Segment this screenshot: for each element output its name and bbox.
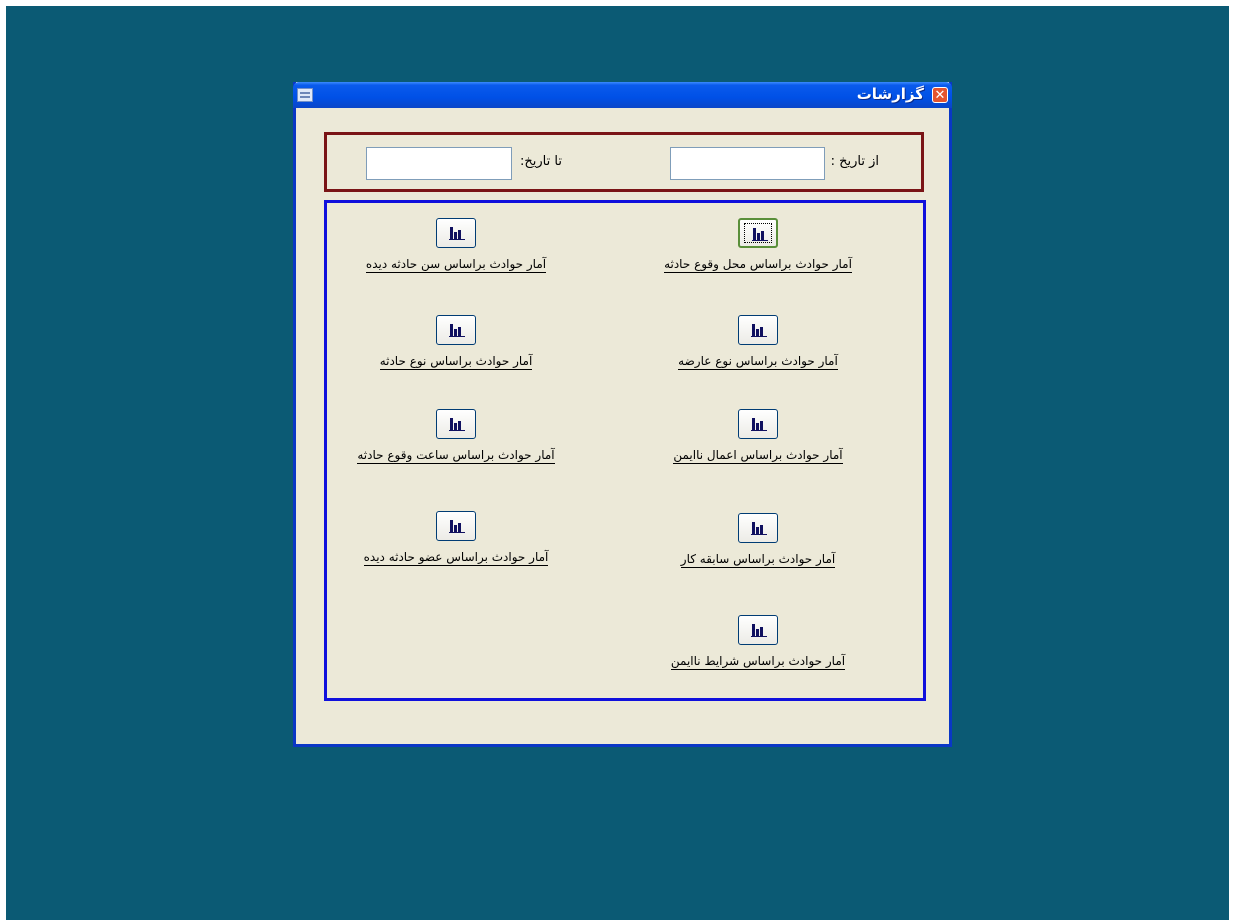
report-victim-age-button[interactable] <box>436 218 476 248</box>
bar-chart-icon <box>449 520 465 533</box>
report-label[interactable]: آمار حوادث براساس عضو حادثه دیده <box>363 550 549 566</box>
report-label[interactable]: آمار حوادث براساس ساعت وقوع حادثه <box>357 448 555 464</box>
close-button[interactable]: ✕ <box>932 87 948 103</box>
reports-window: گزارشات ✕ از تاریخ : تا تاریخ: آمار حواد… <box>293 82 952 747</box>
report-injured-body-part-button[interactable] <box>436 511 476 541</box>
to-date-label: تا تاریخ: <box>520 154 562 169</box>
bar-chart-icon <box>751 624 767 637</box>
report-label[interactable]: آمار حوادث براساس نوع حادثه <box>379 354 533 370</box>
report-item: آمار حوادث براساس ساعت وقوع حادثه <box>346 409 566 464</box>
bar-chart-icon <box>449 324 465 337</box>
report-item: آمار حوادث براساس نوع حادثه <box>346 315 566 370</box>
report-label[interactable]: آمار حوادث براساس شرایط ناایمن <box>670 654 846 670</box>
bar-chart-icon <box>449 227 465 240</box>
report-accident-time-button[interactable] <box>436 409 476 439</box>
report-label[interactable]: آمار حوادث براساس اعمال ناایمن <box>673 448 843 464</box>
bar-chart-icon <box>751 522 767 535</box>
report-label[interactable]: آمار حوادث براساس سن حادثه دیده <box>365 257 547 273</box>
report-unsafe-conditions-button[interactable] <box>738 615 778 645</box>
report-label[interactable]: آمار حوادث براساس سابقه کار <box>680 552 836 568</box>
report-item: آمار حوادث براساس عضو حادثه دیده <box>346 511 566 566</box>
report-item: آمار حوادث براساس سن حادثه دیده <box>346 218 566 273</box>
desktop: گزارشات ✕ از تاریخ : تا تاریخ: آمار حواد… <box>6 6 1229 920</box>
bar-chart-icon <box>751 418 767 431</box>
date-range-frame: از تاریخ : تا تاریخ: <box>324 132 924 192</box>
reports-frame: آمار حوادث براساس محل وقوع حادثه آمار حو… <box>324 200 926 701</box>
title-bar[interactable]: گزارشات ✕ <box>293 82 952 108</box>
report-item: آمار حوادث براساس نوع عارضه <box>648 315 868 370</box>
report-accident-location-button[interactable] <box>738 218 778 248</box>
window-menu-icon[interactable] <box>297 88 313 102</box>
report-label[interactable]: آمار حوادث براساس نوع عارضه <box>678 354 838 370</box>
report-item: آمار حوادث براساس سابقه کار <box>648 513 868 568</box>
report-injury-type-button[interactable] <box>738 315 778 345</box>
from-date-label: از تاریخ : <box>830 154 879 169</box>
report-work-experience-button[interactable] <box>738 513 778 543</box>
window-title: گزارشات <box>856 85 924 103</box>
to-date-input[interactable] <box>366 147 512 180</box>
from-date-input[interactable] <box>670 147 825 180</box>
bar-chart-icon <box>752 228 768 241</box>
bar-chart-icon <box>751 324 767 337</box>
report-item: آمار حوادث براساس اعمال ناایمن <box>648 409 868 464</box>
report-item: آمار حوادث براساس محل وقوع حادثه <box>648 218 868 273</box>
report-label[interactable]: آمار حوادث براساس محل وقوع حادثه <box>664 257 852 273</box>
report-accident-type-button[interactable] <box>436 315 476 345</box>
report-item: آمار حوادث براساس شرایط ناایمن <box>648 615 868 670</box>
bar-chart-icon <box>449 418 465 431</box>
report-unsafe-acts-button[interactable] <box>738 409 778 439</box>
